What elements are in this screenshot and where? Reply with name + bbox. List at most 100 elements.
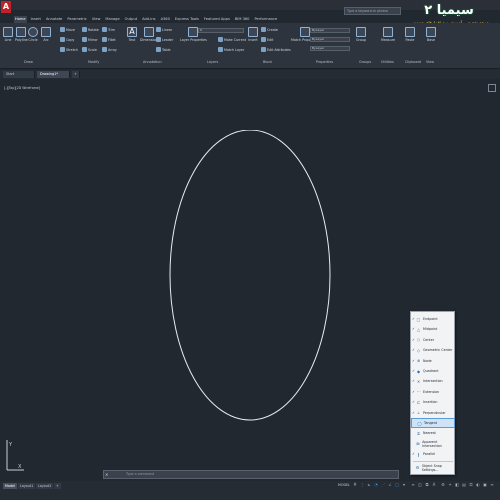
ribbon-tab-a360[interactable]: A360 — [160, 16, 171, 23]
ribbon-tab-annotate[interactable]: Annotate — [45, 16, 63, 23]
groups-panel-label[interactable]: Groups — [359, 60, 371, 64]
color-dropdown[interactable]: ByLayer — [310, 28, 350, 33]
block-panel-label[interactable]: Block — [263, 60, 272, 64]
osnap-item-perpendicular[interactable]: ✓ ⊥ Perpendicular — [411, 408, 455, 418]
view-panel-label[interactable]: View — [426, 60, 434, 64]
osnap-item-apparent-intersection[interactable]: ⊠ Apparent Intersection — [411, 439, 455, 449]
match-layer-button[interactable]: Match Layer — [218, 47, 244, 52]
new-layout-button[interactable]: + — [54, 483, 61, 489]
osnap-item-insertion[interactable]: ✓ ⊏ Insertion — [411, 397, 455, 407]
viewport-label[interactable]: [-][Top][2D Wireframe] — [4, 86, 40, 90]
doc-tab-start[interactable]: Start — [3, 71, 35, 78]
annotation-scale-icon[interactable]: A — [431, 482, 437, 488]
array-button[interactable]: Array — [102, 47, 117, 52]
properties-panel-label[interactable]: Properties — [316, 60, 333, 64]
annotation-panel-label[interactable]: Annotation — [143, 60, 162, 64]
edit-block-button[interactable]: Edit — [261, 37, 273, 42]
utilities-panel-label[interactable]: Utilities — [381, 60, 394, 64]
edit-attributes-button[interactable]: Edit Attributes — [261, 47, 291, 52]
fillet-button[interactable]: Fillet — [102, 37, 116, 42]
linetype-dropdown[interactable]: ByLayer — [310, 37, 350, 42]
isodraft-icon[interactable]: ⋰ — [380, 482, 386, 488]
create-block-button[interactable]: Create — [261, 27, 278, 32]
copy-button[interactable]: Copy — [60, 37, 74, 42]
clean-screen-icon[interactable]: ▣ — [482, 482, 488, 488]
ribbon-tab-output[interactable]: Output — [124, 16, 138, 23]
osnap-item-midpoint[interactable]: ✓ △ Midpoint — [411, 324, 455, 334]
leader-button[interactable]: Leader — [156, 37, 173, 42]
rotate-button[interactable]: Rotate — [82, 27, 99, 32]
draw-panel-label[interactable]: Draw — [24, 60, 33, 64]
lineweight-icon[interactable]: ≡ — [410, 482, 416, 488]
object-snap-settings-item[interactable]: ⚙ Object Snap Settings... — [411, 463, 455, 473]
move-button[interactable]: Move — [60, 27, 75, 32]
close-icon[interactable]: ✕ — [105, 472, 108, 477]
units-icon[interactable]: ◧ — [454, 482, 460, 488]
command-input[interactable]: Type a command — [126, 471, 396, 478]
selection-cycling-icon[interactable]: ⧉ — [424, 482, 430, 488]
object-snap-tracking-icon[interactable]: ∠ — [387, 482, 393, 488]
layout-tab-model[interactable]: Model — [3, 483, 17, 489]
make-current-button[interactable]: Make Current — [218, 37, 246, 42]
ribbon-tab-bim-360[interactable]: BIM 360 — [234, 16, 251, 23]
customization-icon[interactable]: ≡ — [489, 482, 495, 488]
osnap-item-intersection[interactable]: ✓ ✕ Intersection — [411, 376, 455, 386]
doc-tab-drawing1[interactable]: Drawing1* — [37, 71, 70, 78]
arc-button[interactable]: Arc — [41, 27, 51, 42]
object-snap-icon[interactable]: □ — [394, 482, 400, 488]
trim-button[interactable]: Trim — [102, 27, 115, 32]
osnap-item-quadrant[interactable]: ✓ ◆ Quadrant — [411, 366, 455, 376]
osnap-item-geometric-center[interactable]: ✓ ◇ Geometric Center — [411, 345, 455, 355]
osnap-item-parallel[interactable]: ✓ ∥ Parallel — [411, 449, 455, 459]
search-input[interactable]: Type a keyword or phrase — [344, 7, 401, 15]
group-button[interactable]: Group — [356, 27, 366, 42]
modify-panel-label[interactable]: Modify — [88, 60, 99, 64]
isolate-objects-icon[interactable]: ◐ — [475, 482, 481, 488]
new-tab-button[interactable]: + — [72, 71, 80, 78]
annotation-monitor-icon[interactable]: + — [447, 482, 453, 488]
osnap-item-node[interactable]: ✓ ⊗ Node — [411, 356, 455, 366]
polar-icon[interactable]: ◔ — [373, 482, 379, 488]
text-button[interactable]: A Text — [127, 27, 137, 42]
table-button[interactable]: Table — [156, 47, 171, 52]
ortho-icon[interactable]: ⊾ — [366, 482, 372, 488]
lock-ui-icon[interactable]: ⚿ — [468, 482, 474, 488]
grid-icon[interactable]: # — [352, 482, 358, 488]
ribbon-tab-view[interactable]: View — [91, 16, 102, 23]
layout-tab-layout1[interactable]: Layout1 — [18, 483, 36, 489]
polyline-button[interactable]: Polyline — [15, 27, 28, 42]
transparency-icon[interactable]: ◫ — [417, 482, 423, 488]
osnap-item-nearest[interactable]: ⧖ Nearest — [411, 428, 455, 438]
osnap-item-tangent[interactable]: ◯ Tangent — [411, 418, 455, 428]
mirror-button[interactable]: Mirror — [82, 37, 98, 42]
dimension-button[interactable]: Dimension — [140, 27, 158, 42]
osnap-item-endpoint[interactable]: ✓ □ Endpoint — [411, 314, 455, 324]
ribbon-tab-add-ins[interactable]: Add-ins — [141, 16, 156, 23]
ribbon-tab-featured-apps[interactable]: Featured Apps — [203, 16, 231, 23]
ribbon-tab-manage[interactable]: Manage — [104, 16, 120, 23]
clipboard-panel-label[interactable]: Clipboard — [405, 60, 421, 64]
scale-button[interactable]: Scale — [82, 47, 97, 52]
layer-dropdown[interactable]: 0 — [198, 28, 244, 33]
osnap-item-center[interactable]: ✓ ○ Center — [411, 335, 455, 345]
object-snap-menu-arrow-icon[interactable]: ▾ — [401, 482, 407, 488]
layout-tab-layout2[interactable]: Layout2 — [36, 483, 54, 489]
viewcube-icon[interactable] — [488, 84, 496, 92]
ribbon-tab-performance[interactable]: Performance — [253, 16, 278, 23]
workspace-gear-icon[interactable]: ⚙ — [440, 482, 446, 488]
line-button[interactable]: Line — [3, 27, 13, 42]
command-line[interactable]: ✕ Type a command — [103, 470, 399, 479]
quick-properties-icon[interactable]: ▤ — [461, 482, 467, 488]
ribbon-tab-home[interactable]: Home — [14, 16, 27, 23]
lineweight-dropdown[interactable]: ByLayer — [310, 46, 350, 51]
app-logo[interactable]: A — [1, 1, 11, 13]
measure-button[interactable]: Measure — [381, 27, 395, 42]
layers-panel-label[interactable]: Layers — [207, 60, 218, 64]
snap-icon[interactable]: ⋮ — [359, 482, 365, 488]
ribbon-tab-express-tools[interactable]: Express Tools — [174, 16, 200, 23]
insert-button[interactable]: Insert — [248, 27, 258, 42]
linear-button[interactable]: Linear — [156, 27, 172, 32]
model-space-indicator[interactable]: MODEL — [338, 483, 350, 487]
paste-button[interactable]: Paste — [405, 27, 415, 42]
ribbon-tab-insert[interactable]: Insert — [30, 16, 42, 23]
